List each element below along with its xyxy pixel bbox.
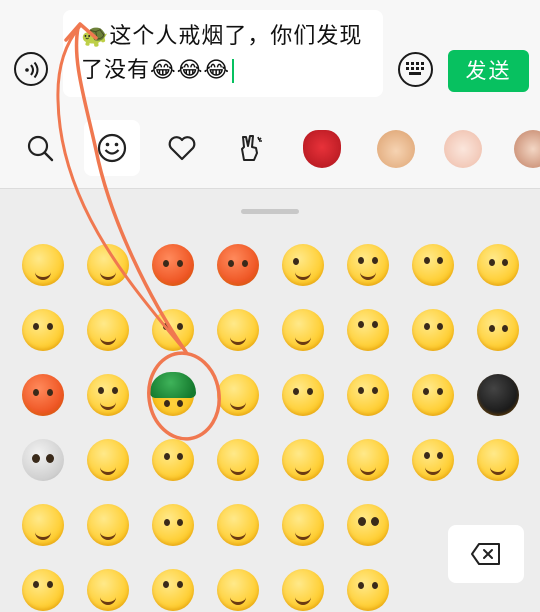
tab-search[interactable] — [12, 120, 68, 176]
emoji-tab-bar — [0, 112, 540, 189]
face-palm-emoji[interactable] — [217, 309, 259, 351]
bald-baby-sticker[interactable] — [444, 130, 482, 168]
text-cursor — [232, 59, 235, 83]
question-emoji[interactable] — [282, 374, 324, 416]
surprised-emoji[interactable] — [412, 244, 454, 286]
peace-hand-icon — [241, 135, 262, 161]
kiss-emoji[interactable] — [282, 439, 324, 481]
message-line-2: 了没有😂😂😂 — [81, 56, 235, 86]
furious-emoji[interactable] — [22, 374, 64, 416]
shush-emoji[interactable] — [347, 374, 389, 416]
grimace-emoji[interactable] — [412, 439, 454, 481]
shocked-emoji[interactable] — [347, 309, 389, 351]
big-grin-emoji[interactable] — [87, 374, 129, 416]
side-smile-emoji[interactable] — [477, 439, 519, 481]
delete-button[interactable] — [448, 525, 524, 583]
message-line-1: 🐢这个人戒烟了，你们发现 — [81, 24, 363, 49]
heart-icon — [168, 136, 196, 161]
thumbs-up-face-emoji[interactable] — [347, 569, 389, 611]
pray-emoji[interactable] — [347, 439, 389, 481]
meh-emoji[interactable] — [282, 569, 324, 611]
scream-laugh-emoji[interactable] — [87, 309, 129, 351]
kiss-blush-emoji[interactable] — [282, 504, 324, 546]
confused-emoji[interactable] — [412, 309, 454, 351]
laugh-tears-emoji[interactable] — [217, 374, 259, 416]
tab-custom[interactable] — [222, 120, 278, 176]
dark-face-emoji[interactable] — [477, 374, 519, 416]
unamused-emoji[interactable] — [477, 309, 519, 351]
tab-emoji[interactable] — [84, 120, 140, 176]
crying-laugh-emoji[interactable] — [87, 244, 129, 286]
joy-emoji[interactable] — [87, 569, 129, 611]
emoji-panel — [0, 189, 540, 612]
voice-icon — [25, 61, 39, 79]
search-icon — [27, 135, 54, 162]
smirk-sweat-emoji[interactable] — [217, 439, 259, 481]
thinking-emoji[interactable] — [152, 439, 194, 481]
skull-emoji[interactable] — [22, 439, 64, 481]
keyboard-icon — [406, 62, 424, 75]
dizzy-emoji[interactable] — [412, 374, 454, 416]
crab-sticker[interactable] — [303, 130, 341, 168]
wide-eyes-emoji[interactable] — [22, 569, 64, 611]
nauseated-emoji[interactable] — [152, 309, 194, 351]
sleepy-emoji[interactable] — [22, 244, 64, 286]
angry-sweat-emoji[interactable] — [152, 244, 194, 286]
girl-sticker[interactable] — [514, 130, 540, 168]
sad-hands-emoji[interactable] — [87, 504, 129, 546]
smug-emoji[interactable] — [22, 504, 64, 546]
angry-emoji[interactable] — [217, 244, 259, 286]
panel-drag-handle[interactable] — [241, 209, 299, 214]
smiley-icon — [97, 133, 127, 163]
baby-sticker[interactable] — [377, 130, 415, 168]
message-input[interactable]: 🐢这个人戒烟了，你们发现 了没有😂😂😂 — [63, 10, 383, 97]
send-button[interactable]: 发送 — [448, 50, 529, 92]
frown-emoji[interactable] — [477, 244, 519, 286]
pleading-emoji[interactable] — [347, 504, 389, 546]
tab-favorites[interactable] — [154, 120, 210, 176]
sad-emoji[interactable] — [152, 504, 194, 546]
keyboard-toggle-button[interactable] — [398, 52, 433, 87]
bomb-head-emoji[interactable] — [87, 439, 129, 481]
input-bar: 🐢这个人戒烟了，你们发现 了没有😂😂😂 发送 — [0, 0, 540, 112]
voice-input-button[interactable] — [14, 52, 48, 86]
scream-emoji[interactable] — [152, 569, 194, 611]
grin-emoji[interactable] — [347, 244, 389, 286]
wink-tongue-emoji[interactable] — [282, 244, 324, 286]
blush-smile-emoji[interactable] — [282, 309, 324, 351]
backspace-icon — [471, 543, 500, 565]
sly-grin-emoji[interactable] — [217, 504, 259, 546]
relieved-emoji[interactable] — [217, 569, 259, 611]
turtle-emoji[interactable] — [150, 372, 196, 416]
worried-emoji[interactable] — [22, 309, 64, 351]
